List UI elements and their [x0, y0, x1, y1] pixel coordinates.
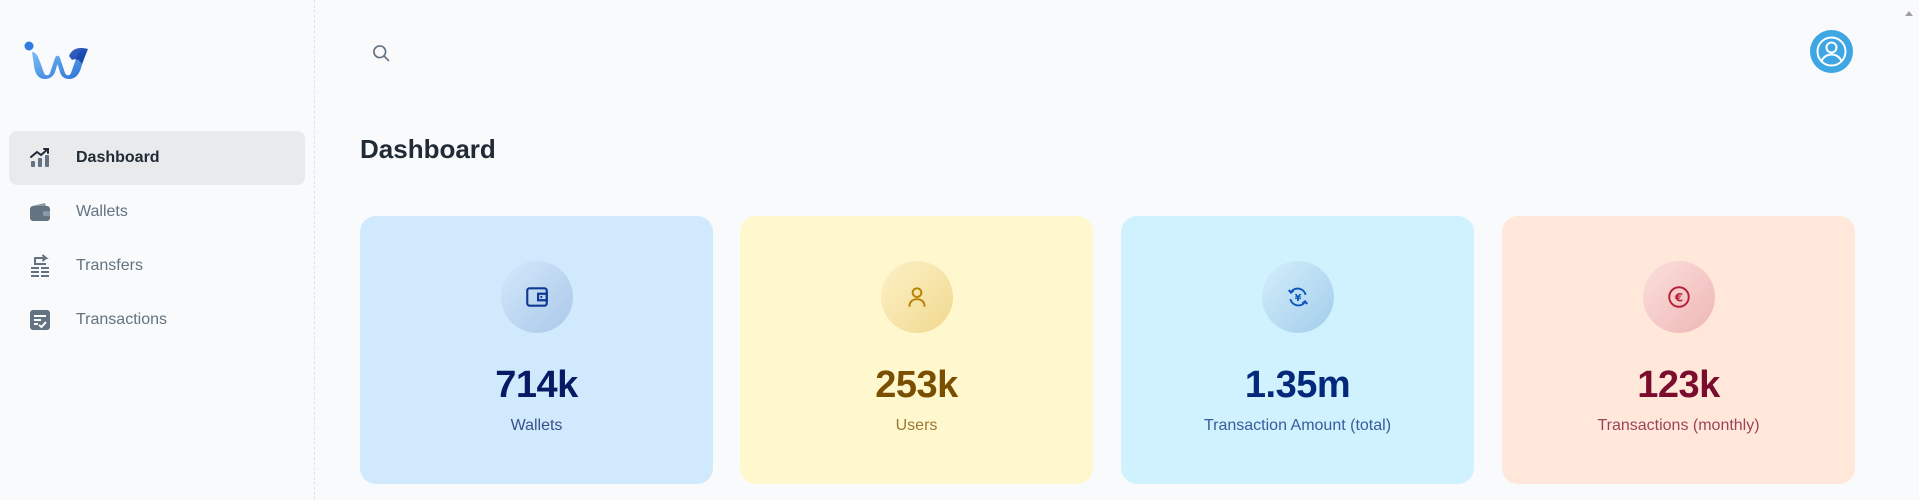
sidebar-item-wallets[interactable]: Wallets	[9, 185, 305, 239]
euro-icon: €	[1642, 261, 1715, 333]
stat-value: 123k	[1637, 364, 1720, 406]
stat-label: Transaction Amount (total)	[1203, 417, 1392, 434]
sidebar-item-label: Wallets	[76, 203, 128, 220]
sidebar: Dashboard Wallets Transfers Transactions	[0, 0, 315, 500]
stats-cards: 714k Wallets 253k Users ¥ 1.35m Transact…	[360, 216, 1856, 484]
stat-value: 253k	[875, 364, 958, 406]
sidebar-item-label: Transactions	[76, 311, 167, 328]
transfer-icon	[28, 254, 52, 278]
stat-value: 714k	[495, 364, 578, 406]
avatar[interactable]	[1810, 30, 1853, 73]
user-icon	[1816, 36, 1847, 67]
receipt-icon	[28, 308, 52, 332]
svg-text:¥: ¥	[1294, 293, 1301, 304]
wallet-icon	[500, 261, 573, 333]
stat-card-users: 253k Users	[740, 216, 1093, 484]
svg-text:€: €	[1673, 290, 1682, 304]
search-button[interactable]	[366, 38, 396, 68]
logo-icon[interactable]	[24, 40, 90, 80]
currency-exchange-icon: ¥	[1261, 261, 1334, 333]
chart-icon	[28, 146, 52, 170]
stat-value: 1.35m	[1244, 364, 1351, 406]
sidebar-item-transactions[interactable]: Transactions	[9, 293, 305, 347]
stat-label: Users	[895, 417, 938, 434]
sidebar-item-dashboard[interactable]: Dashboard	[9, 131, 305, 185]
sidebar-item-transfers[interactable]: Transfers	[9, 239, 305, 293]
stat-label: Wallets	[510, 417, 563, 434]
wallet-icon	[28, 200, 52, 224]
page-title: Dashboard	[360, 134, 496, 164]
user-icon	[880, 261, 953, 333]
stat-card-transaction-amount: ¥ 1.35m Transaction Amount (total)	[1121, 216, 1474, 484]
stat-card-wallets: 714k Wallets	[360, 216, 713, 484]
scrollbar-up-arrow[interactable]	[1904, 4, 1914, 16]
app-root: Dashboard Wallets Transfers Transactions	[0, 0, 1919, 500]
sidebar-item-label: Dashboard	[76, 149, 160, 166]
sidebar-nav: Dashboard Wallets Transfers Transactions	[9, 131, 305, 347]
stat-label: Transactions (monthly)	[1597, 417, 1760, 434]
stat-card-transactions-monthly: € 123k Transactions (monthly)	[1502, 216, 1855, 484]
search-icon	[373, 45, 390, 62]
sidebar-item-label: Transfers	[76, 257, 143, 274]
